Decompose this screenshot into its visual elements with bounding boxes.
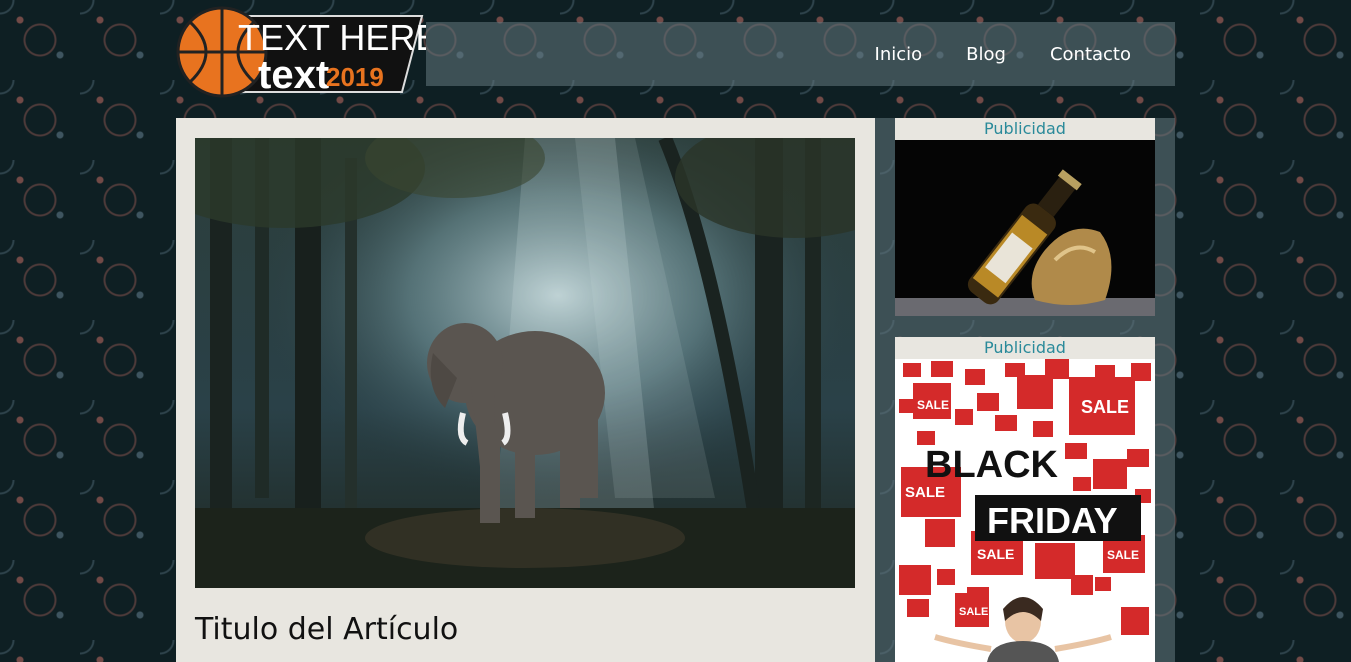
nav-link-contacto[interactable]: Contacto bbox=[1050, 44, 1131, 65]
article-title: Titulo del Artículo bbox=[195, 612, 459, 647]
nav-link-blog[interactable]: Blog bbox=[966, 44, 1006, 65]
ad-block-2[interactable]: Publicidad SALE SALE SALE SALE SALE SALE… bbox=[895, 337, 1155, 662]
article-hero-image bbox=[195, 138, 855, 588]
basketball-logo-icon: TEXT HERE text 2019 bbox=[176, 6, 439, 98]
sale-tag: SALE bbox=[917, 398, 949, 412]
sale-tag: SALE bbox=[1081, 397, 1129, 417]
logo-line1: TEXT HERE bbox=[238, 17, 426, 58]
logo-line2-word: text bbox=[258, 53, 329, 97]
ad-label: Publicidad bbox=[984, 119, 1066, 138]
elephant-forest-image bbox=[195, 138, 855, 588]
ad-headline-friday: FRIDAY bbox=[987, 500, 1118, 541]
site-logo[interactable]: TEXT HERE text 2019 bbox=[176, 4, 439, 100]
ad-block-1[interactable]: Publicidad bbox=[895, 118, 1155, 316]
sale-tag: SALE bbox=[959, 606, 988, 618]
ad-headline-black: BLACK bbox=[925, 444, 1059, 486]
ad-label: Publicidad bbox=[984, 338, 1066, 357]
beer-bottle-ad-image[interactable] bbox=[895, 140, 1155, 316]
sidebar: Publicidad Publicidad SALE SALE SALE SAL… bbox=[875, 118, 1175, 662]
black-friday-ad-image[interactable]: SALE SALE SALE SALE SALE SALE BLACK FRID… bbox=[895, 359, 1155, 662]
logo-line2-year: 2019 bbox=[326, 62, 384, 92]
sale-tag: SALE bbox=[977, 546, 1014, 562]
sale-tag: SALE bbox=[1107, 548, 1139, 562]
nav-link-inicio[interactable]: Inicio bbox=[875, 44, 923, 65]
article-panel: Titulo del Artículo bbox=[176, 118, 875, 662]
main-nav: Inicio Blog Contacto bbox=[426, 22, 1175, 86]
sale-tag: SALE bbox=[905, 484, 945, 501]
